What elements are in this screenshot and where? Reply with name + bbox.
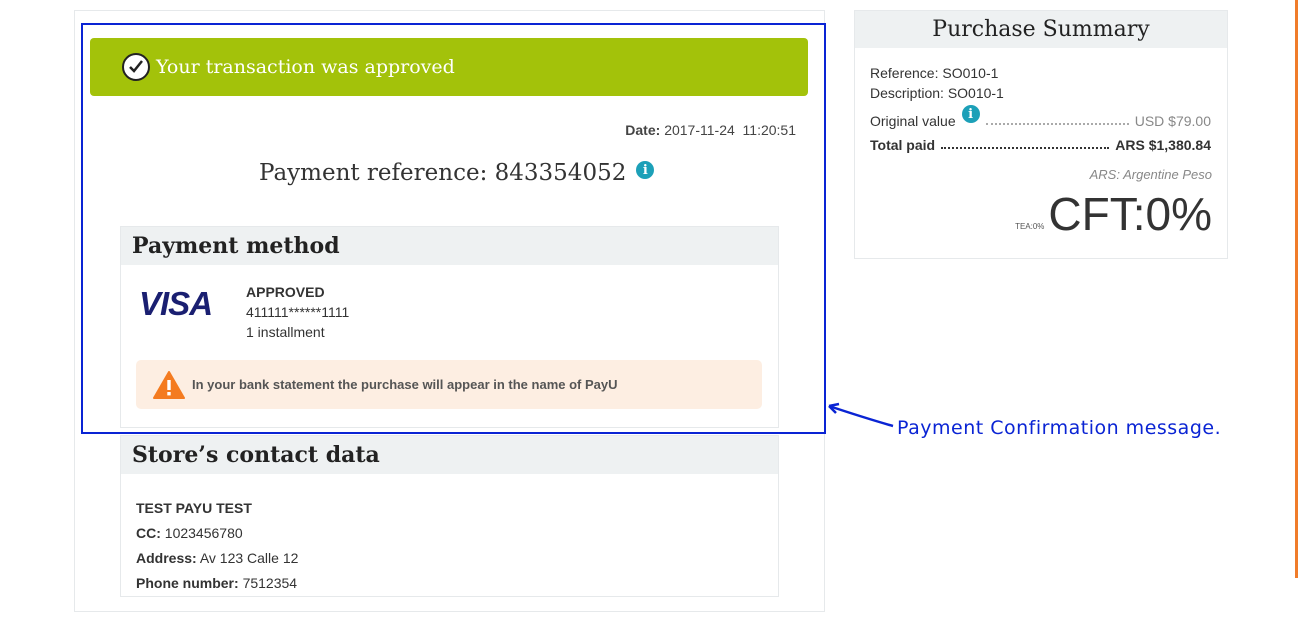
approved-banner: Your transaction was approved [90,38,808,96]
summary-original-value: Original value i USD $79.00 [870,105,1211,129]
cc-label: CC: [136,525,161,541]
summary-total-paid: Total paid ARS $1,380.84 [870,137,1211,153]
phone-value: 7512354 [242,575,298,591]
store-contact-section: Store’s contact data TEST PAYU TEST CC: … [120,435,779,597]
payment-method-title: Payment method [121,227,778,265]
total-paid-label: Total paid [870,137,936,153]
leader-dots [985,123,1129,125]
date-value: 2017-11-24 11:20:51 [664,122,796,138]
visa-logo: VISA [139,285,213,322]
summary-description: Description: SO010-1 [870,85,1004,101]
annotation-arrow-icon [828,402,894,428]
address-value: Av 123 Calle 12 [199,550,299,566]
summary-reference-value: SO010-1 [942,65,999,81]
original-value-info-icon[interactable]: i [961,105,980,123]
approved-message: Your transaction was approved [156,56,455,78]
original-value-amount: USD $79.00 [1134,113,1211,129]
phone-label: Phone number: [136,575,239,591]
annotation-label: Payment Confirmation message. [897,417,1222,439]
leader-dots [941,147,1110,149]
check-icon [122,53,150,81]
payment-status: APPROVED [246,284,325,300]
card-number: 411111******1111 [246,304,350,320]
total-paid-amount: ARS $1,380.84 [1115,137,1211,153]
statement-notice-text: In your bank statement the purchase will… [192,377,618,392]
summary-description-label: Description: [870,85,944,101]
tea-value: TEA:0% [1015,222,1045,231]
statement-notice: In your bank statement the purchase will… [136,360,762,409]
payment-details: APPROVED 411111******1111 1 installment [246,282,349,342]
date-label: Date: [625,122,661,138]
payment-reference-label: Payment reference: [259,160,488,186]
purchase-summary-title: Purchase Summary [855,11,1227,48]
summary-reference-label: Reference: [870,65,939,81]
transaction-date: Date: 2017-11-24 11:20:51 [625,122,796,138]
store-contact-title: Store’s contact data [121,436,778,474]
cc-value: 1023456780 [164,525,243,541]
info-icon[interactable]: i [636,161,655,179]
store-name: TEST PAYU TEST [136,500,252,516]
warning-icon [153,370,185,399]
purchase-summary: Purchase Summary Reference: SO010-1 Desc… [854,10,1228,259]
original-value-label: Original value [870,113,956,129]
summary-reference: Reference: SO010-1 [870,65,998,81]
payment-reference: Payment reference: 843354052 i [259,160,655,186]
cft-value: CFT:0% [1048,188,1212,240]
summary-description-value: SO010-1 [947,85,1004,101]
payment-reference-value: 843354052 [494,160,627,186]
address-label: Address: [136,550,197,566]
installments: 1 installment [246,324,325,340]
store-contact-body: TEST PAYU TEST CC: 1023456780 Address: A… [121,474,778,618]
payment-method-section: Payment method VISA APPROVED 411111*****… [120,226,779,428]
cft-display: TEA:0% CFT:0% [1015,189,1212,239]
currency-note: ARS: Argentine Peso [1089,167,1212,182]
